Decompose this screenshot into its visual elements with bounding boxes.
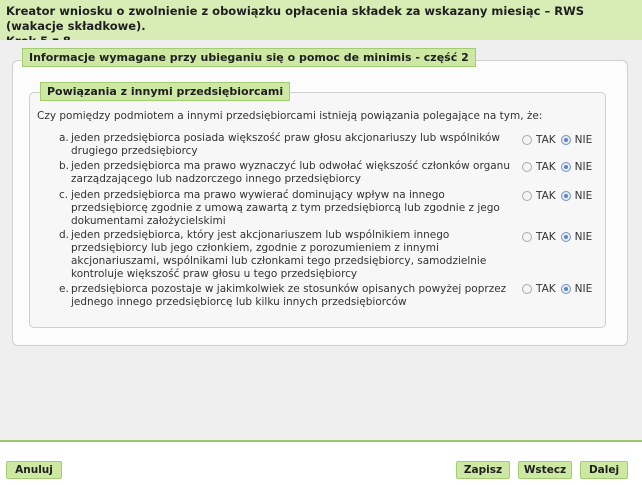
list-item: c. jeden przedsiębiorca ma prawo wywiera… [59, 189, 519, 228]
item-text: przedsiębiorca pozostaje w jakimkolwiek … [71, 283, 507, 308]
item-letter: c. [59, 189, 69, 201]
radio-label-tak: TAK [536, 161, 556, 173]
list-item: d. jeden przedsiębiorca, który jest akcj… [59, 229, 519, 281]
radio-label-nie: NIE [574, 283, 593, 295]
radio-label-tak: TAK [536, 231, 556, 243]
item-letter: e. [59, 283, 69, 295]
radio-nie-e[interactable] [560, 284, 571, 294]
radio-tak-b[interactable] [522, 162, 532, 172]
radio-nie-a[interactable] [560, 135, 571, 145]
wizard-header: Kreator wniosku o zwolnienie z obowiązku… [0, 0, 642, 48]
save-button[interactable]: Zapisz [456, 461, 510, 479]
back-button[interactable]: Wstecz [518, 461, 572, 479]
radio-tak-c[interactable] [522, 191, 532, 201]
radio-tak-e[interactable] [522, 284, 532, 294]
radio-label-nie: NIE [574, 190, 593, 202]
radio-group-e: TAK NIE [522, 283, 597, 295]
radio-nie-b[interactable] [560, 162, 571, 172]
radio-label-tak: TAK [536, 190, 556, 202]
item-letter: d. [59, 229, 70, 241]
radio-group-a: TAK NIE [522, 134, 597, 146]
cancel-button[interactable]: Anuluj [6, 461, 62, 479]
radio-tak-a[interactable] [522, 135, 532, 145]
item-text: jeden przedsiębiorca ma prawo wyznaczyć … [71, 160, 510, 185]
wizard-title: Kreator wniosku o zwolnienie z obowiązku… [6, 4, 585, 33]
radio-label-nie: NIE [574, 231, 593, 243]
radio-nie-c[interactable] [560, 191, 571, 201]
list-item: b. jeden przedsiębiorca ma prawo wyznacz… [59, 160, 519, 186]
radio-group-d: TAK NIE [522, 231, 597, 243]
radio-nie-d[interactable] [560, 232, 571, 242]
item-letter: b. [59, 160, 70, 172]
next-button[interactable]: Dalej [580, 461, 628, 479]
list-item: a. jeden przedsiębiorca posiada większoś… [59, 132, 519, 158]
item-text: jeden przedsiębiorca ma prawo wywierać d… [71, 189, 500, 227]
item-text: jeden przedsiębiorca, który jest akcjona… [71, 229, 487, 280]
section-title: Informacje wymagane przy ubieganiu się o… [22, 48, 476, 67]
radio-group-c: TAK NIE [522, 190, 597, 202]
radio-label-tak: TAK [536, 134, 556, 146]
radio-tak-d[interactable] [522, 232, 532, 242]
radio-group-b: TAK NIE [522, 161, 597, 173]
list-item: e. przedsiębiorca pozostaje w jakimkolwi… [59, 283, 519, 309]
question-text: Czy pomiędzy podmiotem a innymi przedsię… [37, 110, 543, 122]
radio-label-tak: TAK [536, 283, 556, 295]
item-letter: a. [59, 132, 69, 144]
radio-label-nie: NIE [574, 161, 593, 173]
item-text: jeden przedsiębiorca posiada większość p… [71, 132, 500, 157]
radio-label-nie: NIE [574, 134, 593, 146]
subsection-title: Powiązania z innymi przedsiębiorcami [40, 82, 291, 101]
